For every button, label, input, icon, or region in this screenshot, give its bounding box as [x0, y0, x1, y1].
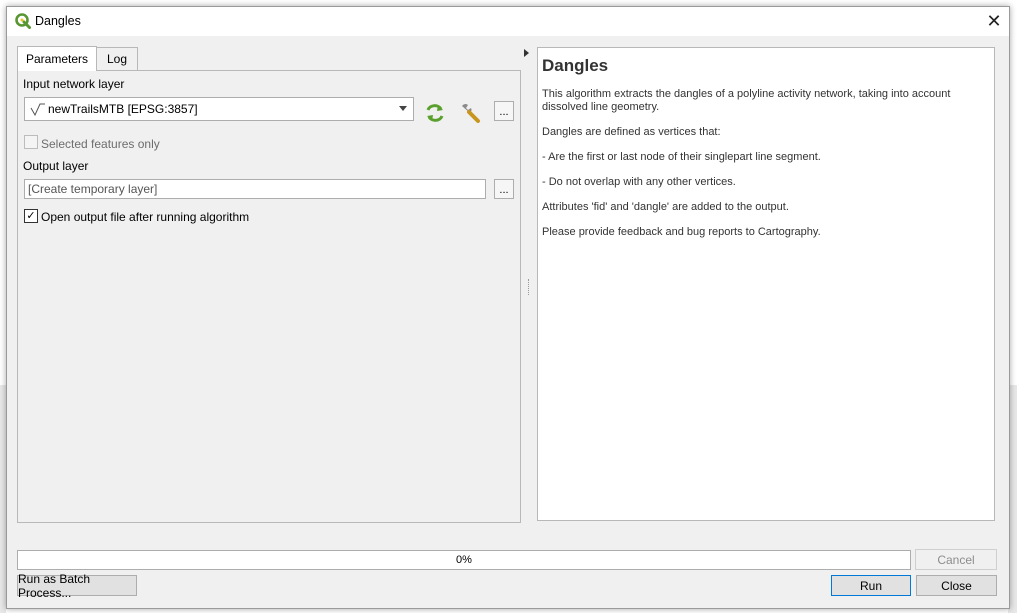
help-paragraph: Dangles are defined as vertices that:	[542, 126, 721, 138]
open-output-label: Open output file after running algorithm	[41, 210, 250, 224]
output-layer-label: Output layer	[23, 159, 89, 173]
splitter-handle[interactable]	[528, 279, 532, 295]
run-button-label: Run	[859, 578, 882, 593]
qgis-logo-icon	[15, 13, 31, 29]
input-layer-label: Input network layer	[23, 77, 125, 91]
open-output-checkbox[interactable]: ✓	[24, 209, 38, 223]
cancel-button[interactable]: Cancel	[915, 549, 997, 570]
help-paragraph: - Do not overlap with any other vertices…	[542, 176, 736, 188]
input-layer-options-button[interactable]: ...	[494, 101, 514, 121]
run-batch-button[interactable]: Run as Batch Process...	[17, 572, 137, 600]
output-layer-browse-button[interactable]: ...	[494, 179, 514, 199]
close-icon: ✕	[986, 11, 1002, 31]
input-layer-options-label: ...	[499, 106, 509, 118]
title-bar: Dangles ✕	[7, 7, 1009, 36]
close-button[interactable]: Close	[916, 575, 997, 596]
help-paragraph: - Are the first or last node of their si…	[542, 151, 821, 163]
tab-log[interactable]: Log	[96, 47, 138, 70]
output-layer-field[interactable]: [Create temporary layer]	[24, 179, 486, 199]
collapse-panel-arrow-icon[interactable]	[524, 49, 529, 57]
progress-label: 0%	[456, 554, 472, 566]
dangles-dialog: Dangles ✕ Parameters Log Input network l…	[6, 6, 1010, 609]
tab-parameters-label: Parameters	[25, 52, 89, 66]
progress-bar: 0%	[17, 550, 911, 570]
chevron-down-icon	[399, 106, 407, 111]
selected-features-only-label: Selected features only	[41, 137, 160, 151]
help-title: Dangles	[542, 56, 609, 75]
help-paragraph: This algorithm extracts the dangles of a…	[542, 88, 951, 113]
output-layer-browse-label: ...	[499, 184, 509, 196]
help-paragraph: Please provide feedback and bug reports …	[542, 226, 821, 238]
input-layer-value: newTrailsMTB [EPSG:3857]	[48, 102, 198, 116]
checkmark-icon: ✓	[26, 209, 36, 222]
wrench-settings-icon[interactable]	[458, 101, 482, 125]
cancel-button-label: Cancel	[937, 552, 975, 567]
help-panel: Dangles This algorithm extracts the dang…	[537, 47, 995, 521]
tab-log-label: Log	[106, 52, 128, 66]
help-paragraph: Attributes 'fid' and 'dangle' are added …	[542, 201, 789, 213]
window-title: Dangles	[35, 14, 81, 28]
selected-features-only-checkbox[interactable]	[24, 135, 38, 149]
run-button[interactable]: Run	[831, 575, 911, 596]
close-window-button[interactable]: ✕	[979, 7, 1009, 36]
line-layer-icon	[30, 103, 45, 116]
parameters-panel: Input network layer newTrailsMTB [EPSG:3…	[17, 70, 521, 523]
run-batch-button-label: Run as Batch Process...	[18, 571, 91, 600]
tab-parameters[interactable]: Parameters	[17, 46, 97, 71]
input-layer-combobox[interactable]: newTrailsMTB [EPSG:3857]	[24, 97, 414, 121]
output-layer-placeholder: [Create temporary layer]	[28, 182, 158, 196]
iterate-icon[interactable]	[423, 101, 447, 125]
close-button-label: Close	[941, 578, 972, 593]
